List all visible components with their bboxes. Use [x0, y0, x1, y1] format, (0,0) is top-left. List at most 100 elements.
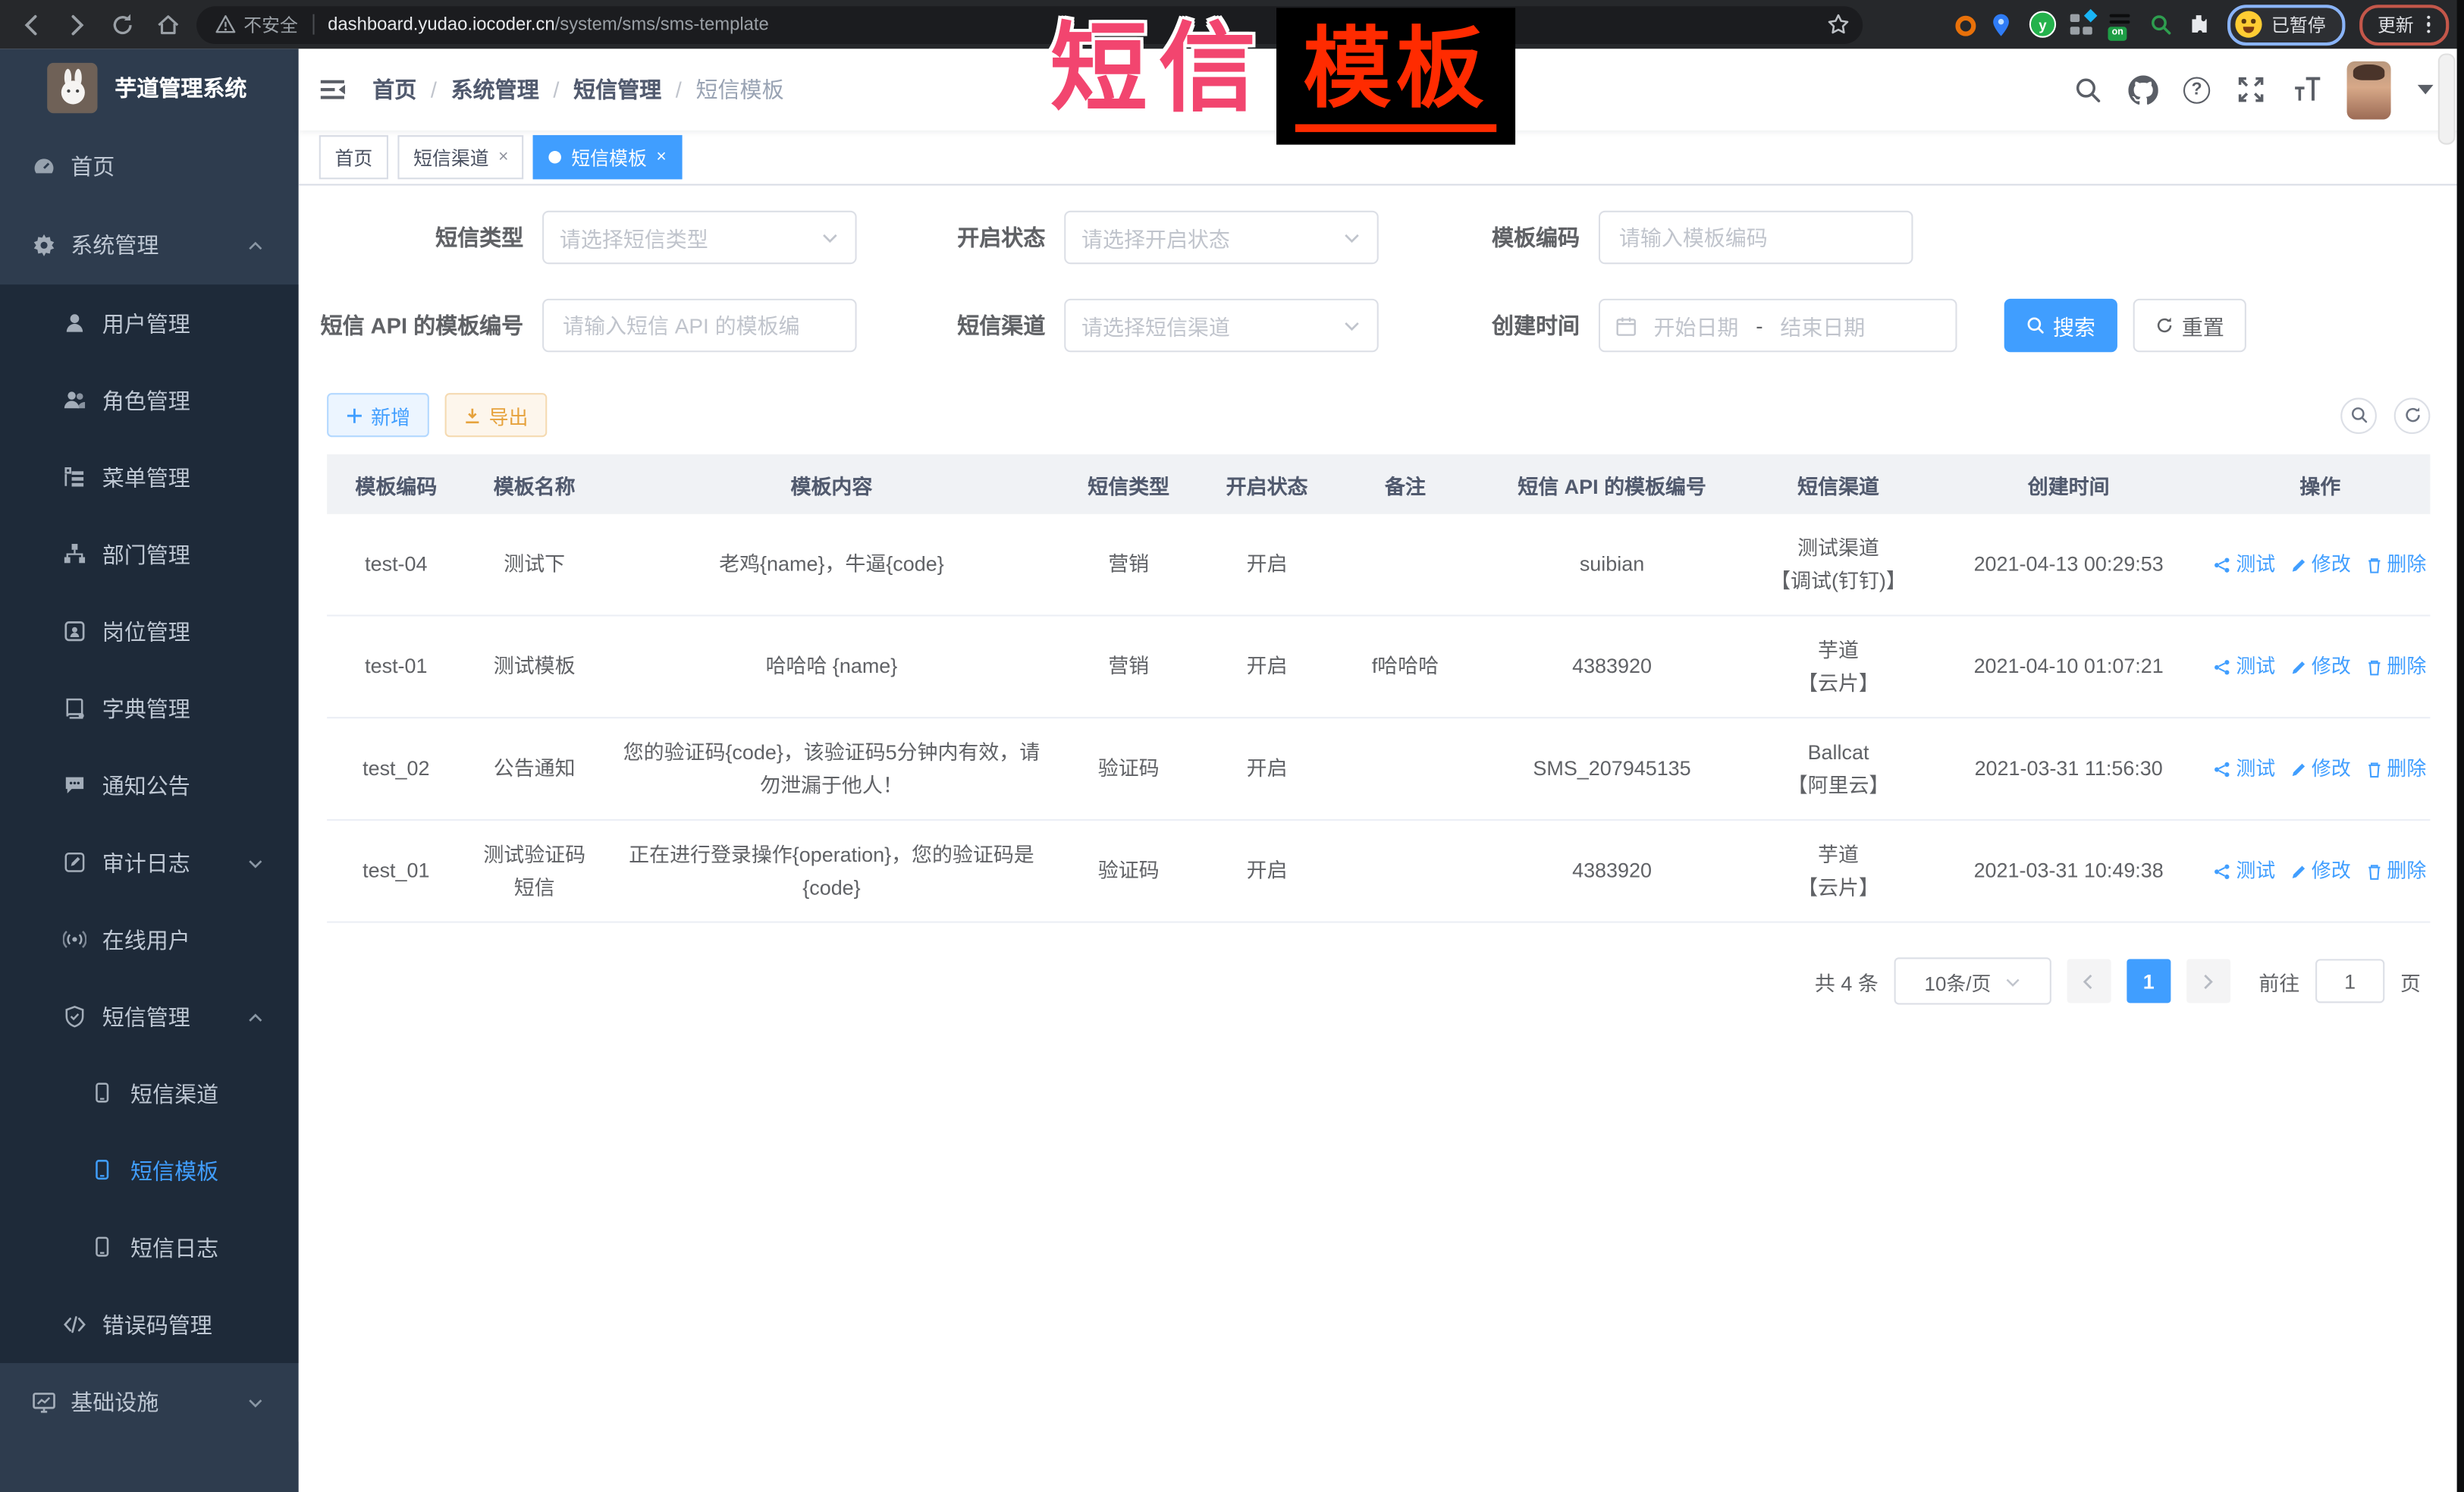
browser-forward-icon[interactable] — [64, 12, 89, 37]
bookmark-star-icon[interactable] — [1826, 13, 1850, 36]
current-page-button[interactable]: 1 — [2127, 959, 2171, 1003]
test-link[interactable]: 测试 — [2214, 650, 2275, 683]
api-template-input[interactable] — [560, 312, 840, 338]
toggle-search-icon[interactable] — [2340, 397, 2377, 433]
breadcrumb-sms[interactable]: 短信管理 — [573, 74, 661, 105]
template-code-input-box[interactable] — [1599, 211, 1913, 264]
app-title: 芋道管理系统 — [115, 72, 246, 103]
browser-reload-icon[interactable] — [110, 12, 135, 37]
close-icon[interactable]: × — [498, 149, 508, 166]
sidebar-item-roles[interactable]: 角色管理 — [0, 362, 299, 439]
extension-pin-icon[interactable] — [1990, 12, 2015, 37]
page-unit-label: 页 — [2400, 966, 2421, 996]
test-link[interactable]: 测试 — [2214, 548, 2275, 581]
sidebar-item-posts[interactable]: 岗位管理 — [0, 592, 299, 670]
extension-grid-icon[interactable] — [2070, 12, 2095, 37]
cell-status: 开启 — [1197, 821, 1336, 922]
help-icon[interactable]: ? — [2183, 77, 2210, 103]
add-button[interactable]: 新增 — [327, 393, 429, 437]
reset-button[interactable]: 重置 — [2133, 299, 2246, 352]
scrollbar-thumb[interactable] — [2438, 53, 2456, 144]
breadcrumb: 首页 / 系统管理 / 短信管理 / 短信模板 — [372, 74, 783, 105]
extension-y-icon[interactable]: y — [2029, 11, 2056, 38]
browser-update-button[interactable]: 更新 — [2359, 4, 2449, 45]
test-link[interactable]: 测试 — [2214, 855, 2275, 887]
status-select[interactable]: 请选择开启状态 — [1064, 211, 1379, 264]
extensions-puzzle-icon[interactable] — [2188, 12, 2213, 37]
sidebar-item-error-codes[interactable]: 错误码管理 — [0, 1286, 299, 1363]
tag-home[interactable]: 首页 — [319, 135, 388, 179]
created-time-label: 创建时间 — [1333, 299, 1599, 352]
cell-code: test_01 — [327, 821, 465, 922]
address-bar[interactable]: 不安全 dashboard.yudao.iocoder.cn/system/sm… — [196, 5, 1863, 43]
sidebar-item-sms[interactable]: 短信管理 — [0, 978, 299, 1055]
gear-icon — [31, 233, 56, 258]
page-size-select[interactable]: 10条/页 — [1894, 957, 2051, 1004]
export-button[interactable]: 导出 — [445, 393, 548, 437]
edit-link[interactable]: 修改 — [2290, 855, 2351, 887]
sidebar-item-online-users[interactable]: 在线用户 — [0, 901, 299, 978]
date-start-placeholder: 开始日期 — [1647, 309, 1745, 341]
sidebar-item-sms-channel[interactable]: 短信渠道 — [0, 1055, 299, 1132]
sidebar-item-system[interactable]: 系统管理 — [0, 206, 299, 285]
template-code-input[interactable] — [1616, 224, 1896, 250]
cell-status: 开启 — [1197, 514, 1336, 615]
chevron-down-icon — [246, 855, 264, 872]
extension-orange-icon[interactable] — [1955, 15, 1976, 36]
cell-api-id: 4383920 — [1474, 616, 1750, 717]
extension-list-on-icon[interactable]: on — [2110, 12, 2135, 37]
avatar-caret-icon[interactable] — [2418, 85, 2434, 94]
sidebar-item-users[interactable]: 用户管理 — [0, 284, 299, 362]
browser-home-icon[interactable] — [155, 12, 180, 37]
delete-link[interactable]: 删除 — [2365, 752, 2426, 785]
sidebar-collapse-icon[interactable] — [299, 77, 347, 102]
not-secure-label: 不安全 — [243, 12, 298, 37]
sidebar-item-audit-log[interactable]: 审计日志 — [0, 824, 299, 901]
sidebar-item-home[interactable]: 首页 — [0, 127, 299, 206]
github-icon[interactable] — [2128, 75, 2156, 103]
profile-chip[interactable]: 已暂停 — [2227, 4, 2344, 45]
close-icon[interactable]: × — [656, 149, 666, 166]
table-header: 模板编码 模板名称 模板内容 短信类型 开启状态 备注 短信 API 的模板编号… — [327, 454, 2430, 514]
breadcrumb-home[interactable]: 首页 — [372, 74, 416, 105]
user-avatar[interactable] — [2347, 61, 2391, 119]
profile-status-label: 已暂停 — [2271, 12, 2326, 37]
extension-magnifier-icon[interactable] — [2149, 12, 2174, 37]
sidebar-item-sms-template[interactable]: 短信模板 — [0, 1132, 299, 1209]
channel-select[interactable]: 请选择短信渠道 — [1064, 299, 1379, 352]
page-content: 短信类型 请选择短信类型 开启状态 请选择开启状态 模板编码 短信 API 的模 — [299, 186, 2464, 1492]
refresh-icon[interactable] — [2394, 397, 2431, 433]
date-range-picker[interactable]: 开始日期 - 结束日期 — [1599, 299, 1957, 352]
dashboard-icon — [31, 154, 56, 179]
sidebar-item-menus[interactable]: 菜单管理 — [0, 438, 299, 516]
next-page-button[interactable] — [2186, 959, 2230, 1003]
cell-type: 营销 — [1059, 514, 1197, 615]
cell-name: 测试模板 — [466, 616, 604, 717]
breadcrumb-system[interactable]: 系统管理 — [451, 74, 539, 105]
edit-link[interactable]: 修改 — [2290, 650, 2351, 683]
goto-page-input[interactable] — [2315, 959, 2384, 1003]
sidebar-item-sms-log[interactable]: 短信日志 — [0, 1209, 299, 1286]
sidebar-item-infrastructure[interactable]: 基础设施 — [0, 1363, 299, 1442]
sidebar-item-departments[interactable]: 部门管理 — [0, 516, 299, 593]
font-size-icon[interactable] — [2292, 75, 2320, 103]
prev-page-button[interactable] — [2067, 959, 2111, 1003]
delete-link[interactable]: 删除 — [2365, 855, 2426, 887]
edit-link[interactable]: 修改 — [2290, 548, 2351, 581]
browser-back-icon[interactable] — [19, 12, 44, 37]
cell-created: 2021-03-31 10:49:38 — [1927, 821, 2210, 922]
logo-image — [47, 63, 97, 113]
search-button[interactable]: 搜索 — [2004, 299, 2117, 352]
test-link[interactable]: 测试 — [2214, 752, 2275, 785]
tag-sms-channel[interactable]: 短信渠道× — [397, 135, 524, 179]
tag-sms-template[interactable]: 短信模板× — [534, 135, 683, 179]
delete-link[interactable]: 删除 — [2365, 650, 2426, 683]
delete-link[interactable]: 删除 — [2365, 548, 2426, 581]
browser-menu-icon[interactable] — [2426, 15, 2430, 33]
sidebar-item-dictionary[interactable]: 字典管理 — [0, 670, 299, 747]
header-search-icon[interactable] — [2073, 75, 2101, 103]
calendar-icon — [1616, 316, 1637, 336]
fullscreen-icon[interactable] — [2236, 75, 2265, 103]
sidebar-item-notices[interactable]: 通知公告 — [0, 747, 299, 825]
edit-link[interactable]: 修改 — [2290, 752, 2351, 785]
